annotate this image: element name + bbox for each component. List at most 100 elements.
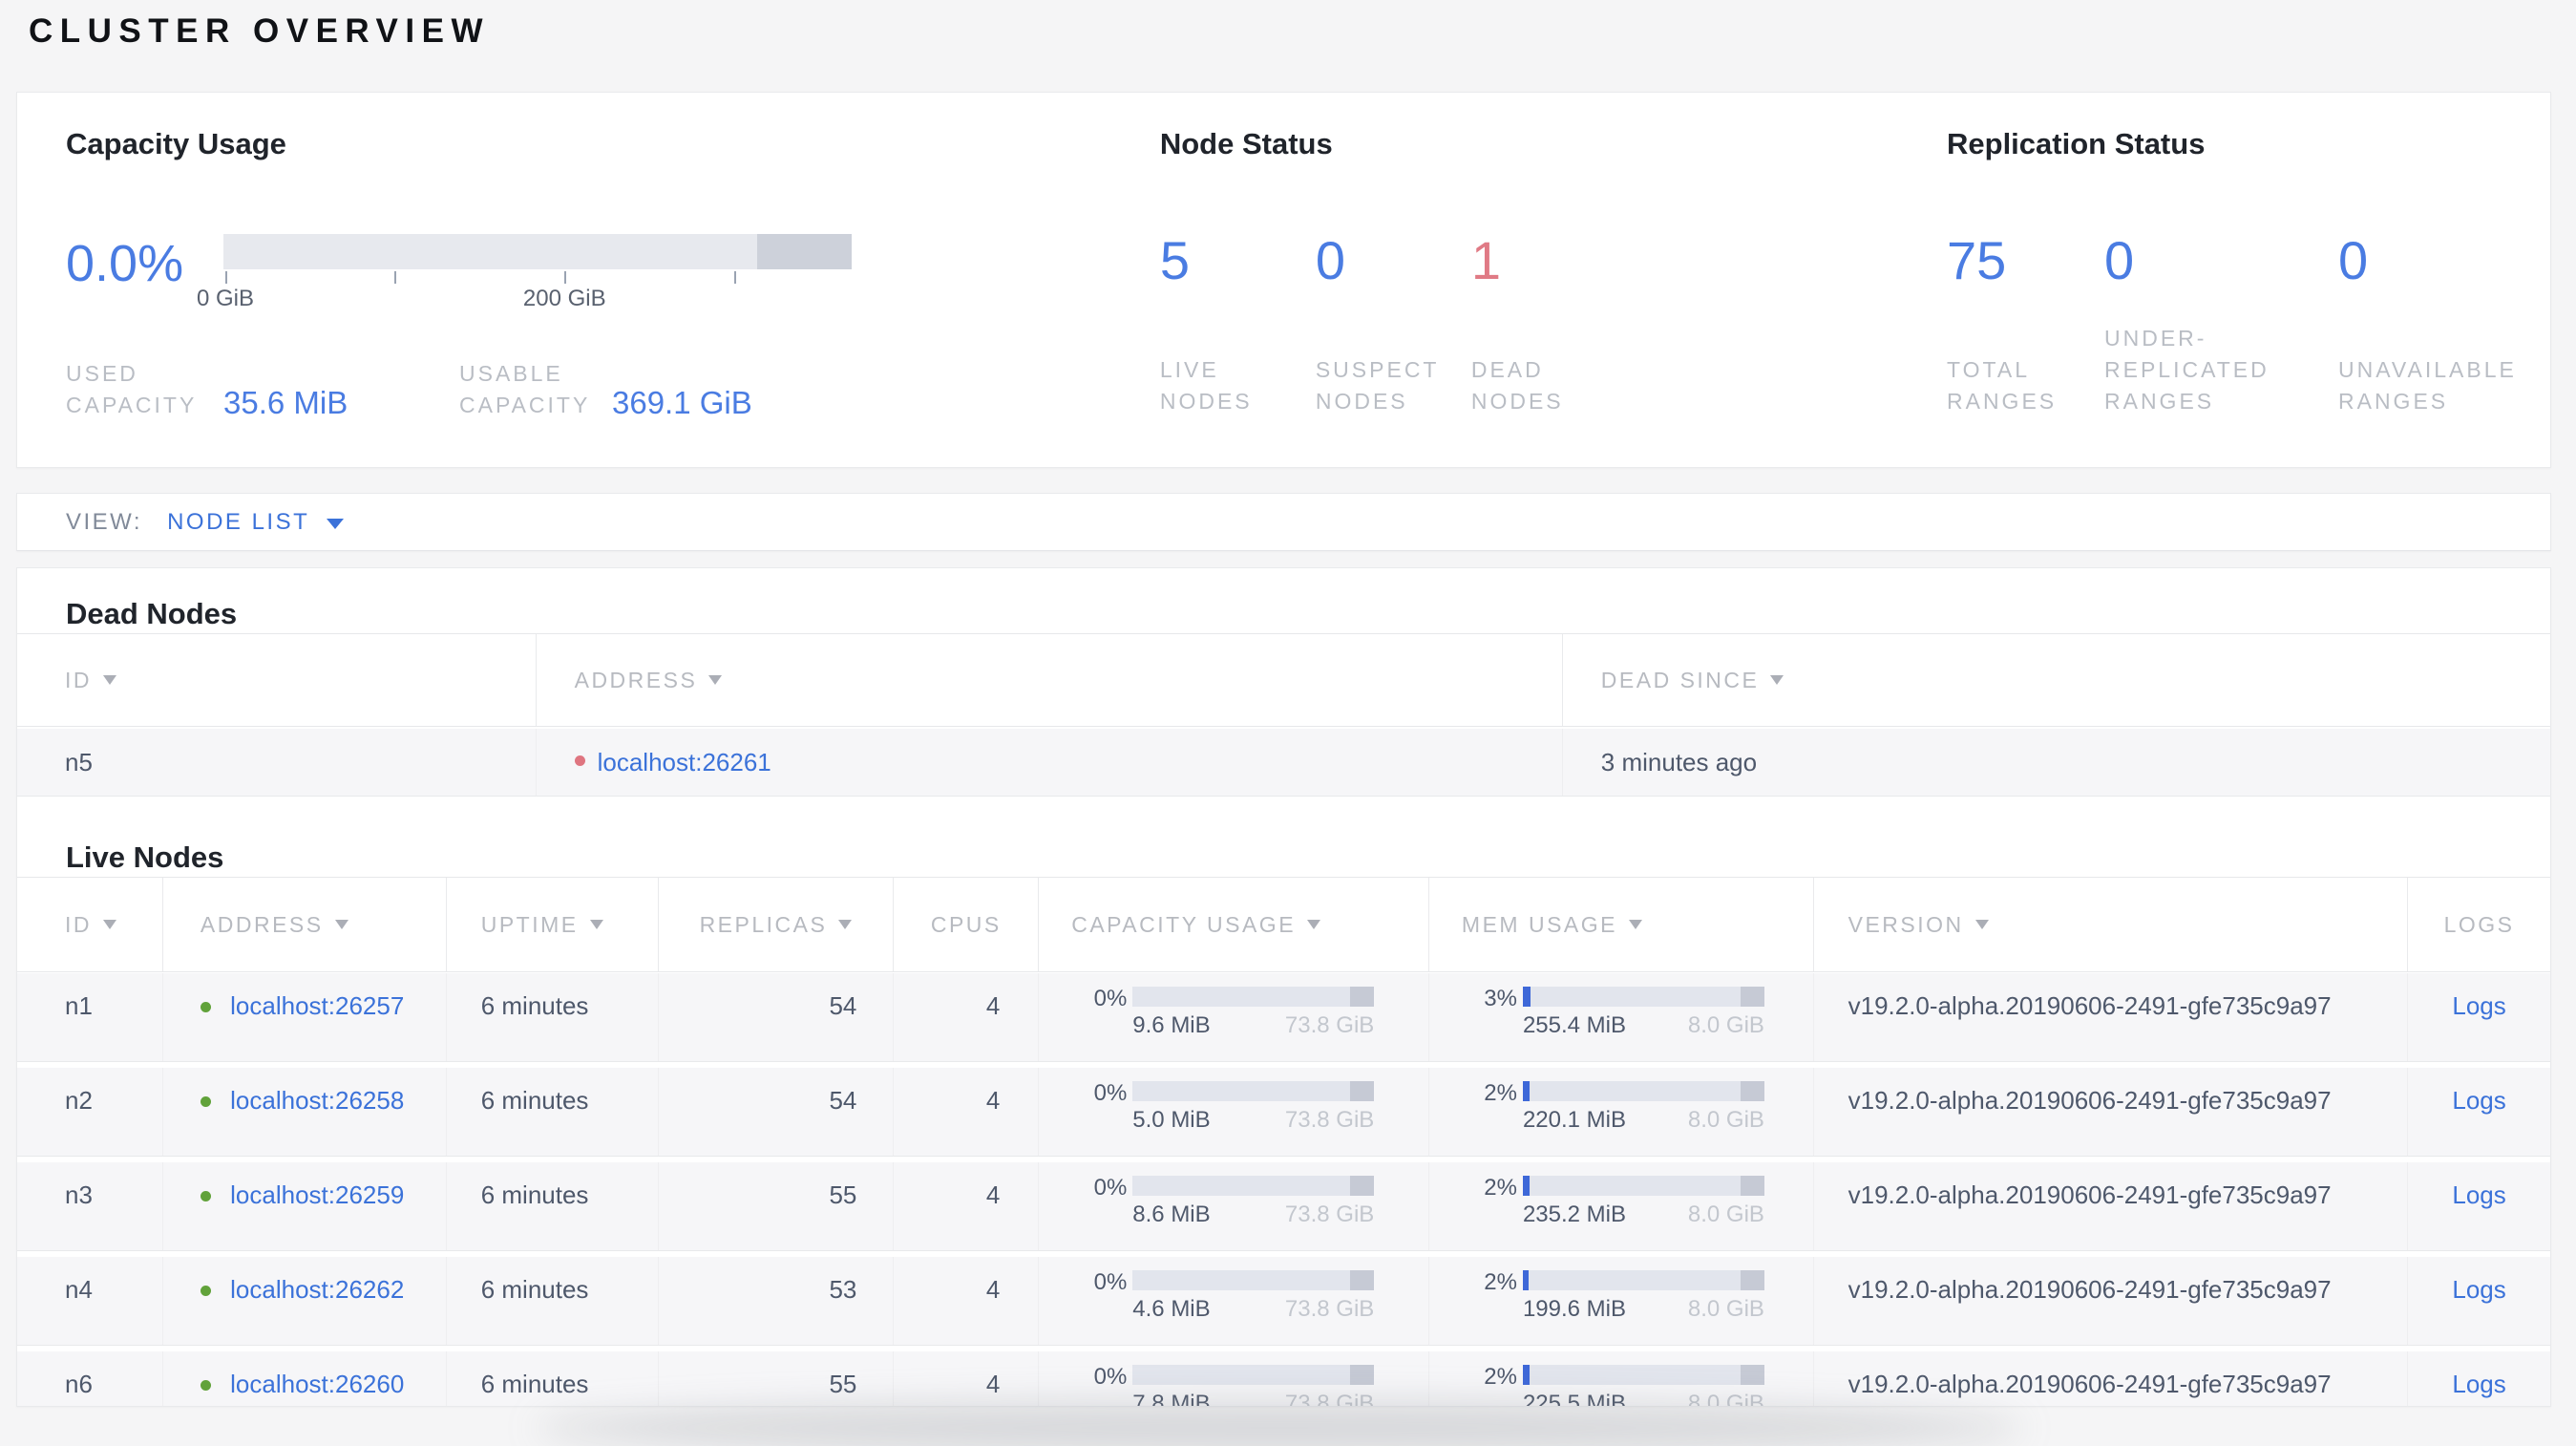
capacity-usage-cell: 0% 4.6 MiB 73.8 GiB bbox=[1039, 1257, 1429, 1345]
node-address-link[interactable]: localhost:26262 bbox=[230, 1275, 404, 1304]
view-dropdown[interactable]: NODE LIST bbox=[167, 509, 345, 536]
mem-mini-bar bbox=[1522, 1270, 1764, 1290]
live-col-uptime-header[interactable]: UPTIME bbox=[447, 878, 659, 971]
logs-link[interactable]: Logs bbox=[2452, 991, 2505, 1020]
capacity-mini-bar bbox=[1132, 1365, 1375, 1385]
node-address-link[interactable]: localhost:26259 bbox=[230, 1180, 404, 1209]
node-address-link[interactable]: localhost:26258 bbox=[230, 1086, 404, 1115]
node-address-cell: localhost:26262 bbox=[163, 1257, 447, 1345]
version-cell: v19.2.0-alpha.20190606-2491-gfe735c9a97 bbox=[1814, 1351, 2409, 1406]
cpus-cell: 4 bbox=[894, 973, 1039, 1061]
capacity-percent-label: 0% bbox=[1093, 1364, 1128, 1390]
live-node-row: n1 localhost:26257 6 minutes 54 4 0% 9.6… bbox=[17, 973, 2550, 1062]
capacity-percent-label: 0% bbox=[1093, 1080, 1128, 1106]
capacity-usage-title: Capacity Usage bbox=[66, 127, 286, 160]
node-address-cell: localhost:26257 bbox=[163, 973, 447, 1061]
logs-cell: Logs bbox=[2408, 1351, 2550, 1406]
node-address-link[interactable]: localhost:26257 bbox=[230, 991, 404, 1020]
mem-percent-label: 2% bbox=[1484, 1269, 1517, 1295]
capacity-total-label: 73.8 GiB bbox=[1284, 1201, 1375, 1227]
dead-nodes-stat: 1 DEAD NODES bbox=[1471, 234, 1627, 417]
live-node-row: n2 localhost:26258 6 minutes 54 4 0% 5.0… bbox=[17, 1068, 2550, 1157]
live-col-version-header[interactable]: VERSION bbox=[1814, 878, 2409, 971]
window-bottom-shadow bbox=[535, 1402, 2024, 1446]
logs-link[interactable]: Logs bbox=[2452, 1180, 2505, 1209]
capacity-mini-bar bbox=[1132, 1176, 1375, 1196]
suspect-nodes-label: SUSPECT NODES bbox=[1315, 357, 1440, 414]
node-address-cell: localhost:26261 bbox=[537, 729, 1563, 796]
mem-reserved-segment bbox=[1740, 1176, 1764, 1196]
capacity-usage-section: Capacity Usage 0.0% 0 GiB 200 GiB USED C… bbox=[66, 125, 1160, 467]
live-nodes-label: LIVE NODES bbox=[1159, 357, 1253, 414]
live-col-id-header[interactable]: ID bbox=[17, 878, 163, 971]
node-address-link[interactable]: localhost:26260 bbox=[230, 1370, 404, 1398]
dead-nodes-table-body: n5 localhost:26261 3 minutes ago bbox=[17, 729, 2550, 797]
unavailable-ranges-count: 0 bbox=[2338, 230, 2369, 290]
dead-col-dead-since-header[interactable]: DEAD SINCE bbox=[1563, 634, 2550, 726]
total-ranges-label: TOTAL RANGES bbox=[1947, 357, 2058, 414]
live-col-capacity-usage-header[interactable]: CAPACITY USAGE bbox=[1039, 878, 1429, 971]
capacity-bar-reserved-segment bbox=[757, 234, 852, 269]
live-col-cpus-header: CPUS bbox=[894, 878, 1040, 971]
node-address-cell: localhost:26260 bbox=[163, 1351, 447, 1406]
cluster-overview-page: CLUSTER OVERVIEW Capacity Usage 0.0% 0 G… bbox=[0, 0, 2576, 1446]
capacity-total-label: 73.8 GiB bbox=[1284, 1012, 1375, 1038]
live-status-dot-icon bbox=[200, 1096, 211, 1107]
unavailable-ranges-stat: 0 UNAVAILABLE RANGES bbox=[2338, 234, 2522, 417]
mem-total-label: 8.0 GiB bbox=[1687, 1201, 1764, 1227]
replicas-cell: 55 bbox=[659, 1162, 895, 1250]
version-cell: v19.2.0-alpha.20190606-2491-gfe735c9a97 bbox=[1814, 973, 2409, 1061]
replicas-cell: 54 bbox=[659, 973, 895, 1061]
capacity-percent-label: 0% bbox=[1093, 986, 1128, 1011]
capacity-usage-cell: 0% 7.8 MiB 73.8 GiB bbox=[1039, 1351, 1429, 1406]
unavailable-ranges-label: UNAVAILABLE RANGES bbox=[2338, 357, 2517, 414]
version-cell: v19.2.0-alpha.20190606-2491-gfe735c9a97 bbox=[1814, 1257, 2409, 1345]
live-col-replicas-header[interactable]: REPLICAS bbox=[659, 878, 895, 971]
axis-label-200gib: 200 GiB bbox=[522, 286, 606, 311]
logs-link[interactable]: Logs bbox=[2452, 1370, 2505, 1398]
live-status-dot-icon bbox=[200, 1191, 211, 1201]
mem-percent-label: 2% bbox=[1484, 1080, 1517, 1106]
dead-nodes-table-header: ID ADDRESS DEAD SINCE bbox=[17, 633, 2550, 727]
total-ranges-count: 75 bbox=[1947, 230, 2007, 290]
capacity-bar bbox=[223, 234, 852, 269]
capacity-usage-cell: 0% 8.6 MiB 73.8 GiB bbox=[1039, 1162, 1429, 1250]
overview-summary-card: Capacity Usage 0.0% 0 GiB 200 GiB USED C… bbox=[16, 92, 2551, 468]
live-status-dot-icon bbox=[200, 1380, 211, 1391]
sort-desc-icon bbox=[838, 920, 853, 929]
capacity-percent-label: 0% bbox=[1093, 1269, 1128, 1295]
live-nodes-table-body: n1 localhost:26257 6 minutes 54 4 0% 9.6… bbox=[17, 973, 2550, 1406]
live-node-row: n3 localhost:26259 6 minutes 55 4 0% 8.6… bbox=[17, 1162, 2550, 1251]
uptime-cell: 6 minutes bbox=[447, 973, 659, 1061]
live-node-row: n6 localhost:26260 6 minutes 55 4 0% 7.8… bbox=[17, 1351, 2550, 1406]
uptime-cell: 6 minutes bbox=[447, 1351, 659, 1406]
logs-cell: Logs bbox=[2408, 973, 2550, 1061]
dead-nodes-count: 1 bbox=[1470, 230, 1501, 290]
node-id-cell: n1 bbox=[17, 973, 163, 1061]
sort-desc-icon bbox=[103, 920, 116, 929]
cpus-cell: 4 bbox=[894, 1257, 1039, 1345]
sort-desc-icon bbox=[708, 675, 723, 685]
capacity-usage-gauge: 0 GiB 200 GiB bbox=[197, 234, 852, 316]
node-address-link[interactable]: localhost:26261 bbox=[598, 748, 771, 777]
capacity-total-label: 73.8 GiB bbox=[1284, 1107, 1375, 1133]
logs-link[interactable]: Logs bbox=[2452, 1275, 2505, 1304]
live-col-address-header[interactable]: ADDRESS bbox=[163, 878, 447, 971]
logs-link[interactable]: Logs bbox=[2452, 1086, 2505, 1115]
replication-status-section: Replication Status 75 TOTAL RANGES 0 UND… bbox=[1947, 125, 2522, 467]
dead-status-dot-icon bbox=[574, 755, 585, 766]
dead-col-address-header[interactable]: ADDRESS bbox=[537, 634, 1563, 726]
dead-nodes-heading: Dead Nodes bbox=[66, 597, 238, 630]
mem-mini-bar bbox=[1522, 987, 1764, 1007]
capacity-axis bbox=[223, 269, 852, 284]
mem-percent-label: 3% bbox=[1484, 986, 1517, 1011]
live-col-mem-usage-header[interactable]: MEM USAGE bbox=[1429, 878, 1814, 971]
capacity-mini-bar bbox=[1132, 1081, 1375, 1101]
sort-desc-icon bbox=[1628, 920, 1642, 929]
mem-used-label: 235.2 MiB bbox=[1522, 1201, 1626, 1227]
dead-node-row: n5 localhost:26261 3 minutes ago bbox=[17, 729, 2550, 797]
axis-label-0gib: 0 GiB bbox=[196, 286, 254, 311]
dead-col-id-header[interactable]: ID bbox=[17, 634, 537, 726]
dead-since-cell: 3 minutes ago bbox=[1600, 747, 1758, 776]
mem-reserved-segment bbox=[1740, 1365, 1764, 1385]
